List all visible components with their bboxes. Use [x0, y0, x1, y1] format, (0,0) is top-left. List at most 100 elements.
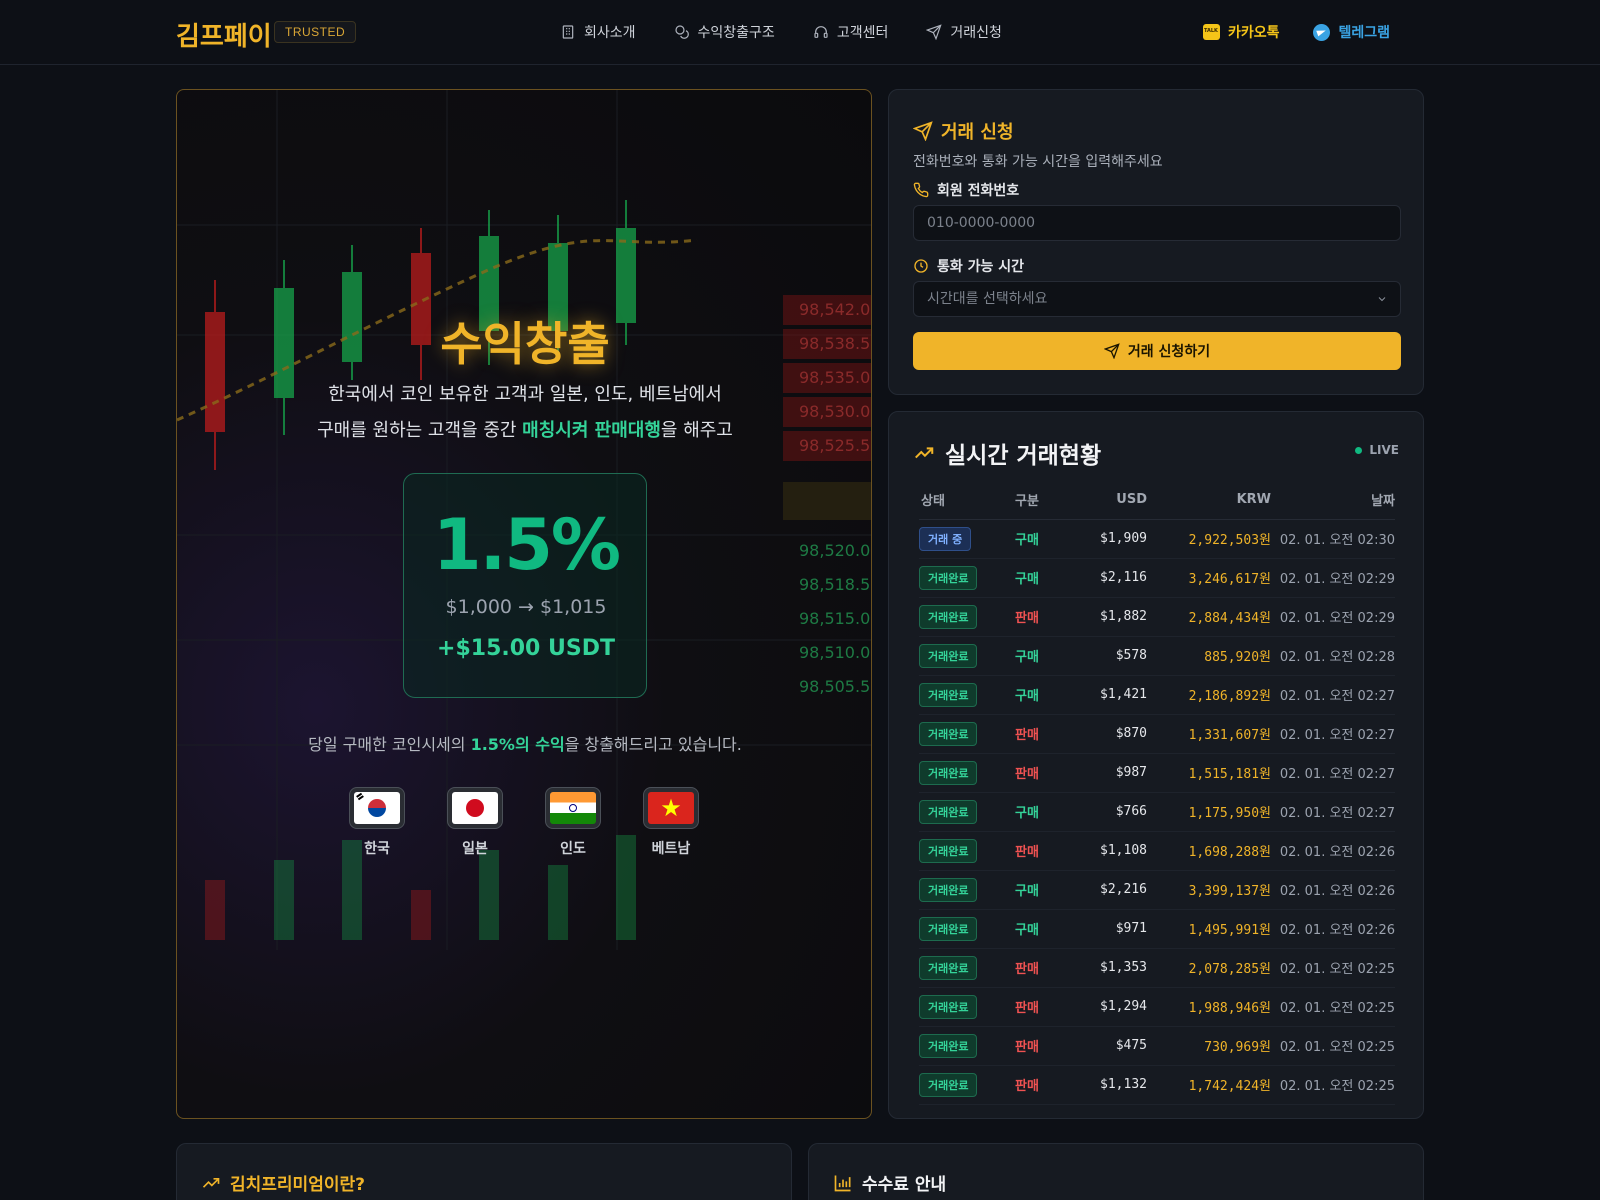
coins-icon: [674, 25, 689, 39]
date-cell: 02. 01. 오전 02:25: [1271, 1026, 1395, 1066]
call-time-select[interactable]: 시간대를 선택하세요: [913, 281, 1401, 317]
usd-cell: $578: [1069, 636, 1147, 676]
live-dot-icon: [1355, 446, 1363, 454]
india-flag-button[interactable]: [545, 787, 601, 829]
highlight-text: 매칭시켜 판매대행: [522, 420, 661, 441]
nav-item-trade-request[interactable]: 거래신청: [926, 22, 1002, 42]
status-badge: 거래완료: [919, 994, 978, 1019]
order-buy-price: 98,505.50: [799, 677, 871, 696]
status-badge: 거래완료: [919, 838, 978, 863]
telegram-label: 텔레그램: [1338, 25, 1390, 41]
date-cell: 02. 01. 오전 02:30: [1271, 519, 1395, 559]
krw-cell: 2,884,434원: [1147, 597, 1271, 637]
column-header: USD: [1069, 480, 1147, 520]
phone-field[interactable]: [913, 205, 1401, 241]
kakaotalk-link[interactable]: 카카오톡: [1202, 22, 1280, 42]
send-icon: [1103, 343, 1120, 359]
krw-cell: 2,922,503원: [1147, 519, 1271, 559]
status-cell: 거래 중: [919, 519, 1015, 559]
order-buy-price: 98,515.00: [799, 609, 871, 628]
submit-trade-request-button[interactable]: 거래 신청하기: [913, 332, 1401, 370]
country-label: 한국: [364, 841, 390, 857]
telegram-icon: [1313, 23, 1331, 41]
table-row: 거래 중 구매 $1,909 2,922,503원 02. 01. 오전 02:30: [919, 519, 1395, 559]
country-label: 베트남: [651, 841, 691, 857]
krw-cell: 1,988,946원: [1147, 987, 1271, 1027]
social-links: 카카오톡 텔레그램: [1202, 22, 1390, 42]
call-time-select-value: 시간대를 선택하세요: [927, 291, 1048, 307]
nav-item-company[interactable]: 회사소개: [560, 22, 636, 42]
nav-item-support[interactable]: 고객센터: [813, 22, 888, 42]
status-cell: 거래완료: [919, 636, 1015, 676]
site-logo[interactable]: 김프페이: [176, 16, 272, 53]
table-row: 거래완료 구매 $971 1,495,991원 02. 01. 오전 02:26: [919, 909, 1395, 949]
trade-request-title-text: 거래 신청: [941, 122, 1014, 143]
vietnam-flag-button[interactable]: ★: [643, 787, 699, 829]
korea-flag-icon: [354, 792, 400, 824]
usd-cell: $1,882: [1069, 597, 1147, 637]
table-row: 거래완료 판매 $1,294 1,988,946원 02. 01. 오전 02:25: [919, 987, 1395, 1027]
usd-cell: $870: [1069, 714, 1147, 754]
type-cell: 판매: [1015, 987, 1069, 1027]
country-india[interactable]: 인도: [543, 787, 603, 858]
column-header: 상태: [919, 480, 1015, 520]
type-cell: 판매: [1015, 1026, 1069, 1066]
date-cell: 02. 01. 오전 02:27: [1271, 792, 1395, 832]
country-vietnam[interactable]: ★ 베트남: [641, 787, 701, 858]
nav-item-label: 수익창출구조: [697, 25, 775, 41]
japan-flag-button[interactable]: [447, 787, 503, 829]
text-segment: 을 창출해드리고 있습니다.: [564, 735, 742, 754]
trade-request-card: 거래 신청 전화번호와 통화 가능 시간을 입력해주세요 회원 전화번호 통화 …: [888, 89, 1424, 395]
type-cell: 판매: [1015, 597, 1069, 637]
date-cell: 02. 01. 오전 02:27: [1271, 675, 1395, 715]
kimchi-premium-title: 김치프리미엄이란?: [201, 1170, 365, 1195]
status-badge: 거래완료: [919, 682, 978, 707]
status-badge: 거래완료: [919, 721, 978, 746]
hero-title: 수익창출: [440, 317, 610, 371]
phone-label: 회원 전화번호: [913, 180, 1019, 200]
usd-cell: $987: [1069, 753, 1147, 793]
usd-cell: $1,132: [1069, 1065, 1147, 1105]
status-cell: 거래완료: [919, 987, 1015, 1027]
nav-item-label: 거래신청: [950, 25, 1002, 41]
phone-icon: [913, 182, 929, 198]
date-cell: 02. 01. 오전 02:27: [1271, 753, 1395, 793]
top-navbar: 김프페이 TRUSTED 회사소개 수익창출구조 고객센터 거래신청 카카오톡 …: [0, 0, 1600, 65]
krw-cell: 3,399,137원: [1147, 870, 1271, 910]
usd-cell: $971: [1069, 909, 1147, 949]
krw-cell: 2,186,892원: [1147, 675, 1271, 715]
country-korea[interactable]: 한국: [347, 787, 407, 858]
table-row: 거래완료 판매 $1,108 1,698,288원 02. 01. 오전 02:26: [919, 831, 1395, 871]
table-row: 거래완료 구매 $766 1,175,950원 02. 01. 오전 02:27: [919, 792, 1395, 832]
order-buy-price: 98,510.00: [799, 643, 871, 662]
phone-input[interactable]: [927, 206, 1400, 240]
usd-cell: $475: [1069, 1026, 1147, 1066]
phone-label-text: 회원 전화번호: [937, 183, 1020, 199]
status-badge: 거래완료: [919, 877, 978, 902]
status-cell: 거래완료: [919, 909, 1015, 949]
table-row: 거래완료 판매 $987 1,515,181원 02. 01. 오전 02:27: [919, 753, 1395, 793]
profit-gain: +$15.00 USDT: [437, 636, 615, 661]
status-badge: 거래 중: [919, 526, 972, 551]
order-buy-price: 98,518.50: [799, 575, 871, 594]
nav-item-revenue-structure[interactable]: 수익창출구조: [674, 22, 775, 42]
profit-rate-card: 1.5% $1,000 → $1,015 +$15.00 USDT: [403, 473, 647, 698]
kakaotalk-label: 카카오톡: [1227, 25, 1280, 41]
live-trades-title-text: 실시간 거래현황: [945, 443, 1102, 469]
date-cell: 02. 01. 오전 02:26: [1271, 831, 1395, 871]
country-japan[interactable]: 일본: [445, 787, 505, 858]
usd-cell: $1,421: [1069, 675, 1147, 715]
date-cell: 02. 01. 오전 02:29: [1271, 597, 1395, 637]
building-icon: [562, 25, 574, 39]
krw-cell: 730,969원: [1147, 1026, 1271, 1066]
kimchi-premium-title-text: 김치프리미엄이란?: [230, 1175, 365, 1195]
text-segment: 구매를 원하는 고객을 중간: [317, 420, 523, 441]
status-cell: 거래완료: [919, 714, 1015, 754]
trade-request-subtitle: 전화번호와 통화 가능 시간을 입력해주세요: [913, 154, 1163, 170]
table-row: 거래완료 판매 $475 730,969원 02. 01. 오전 02:25: [919, 1026, 1395, 1066]
call-time-label: 통화 가능 시간: [913, 256, 1024, 276]
korea-flag-button[interactable]: [349, 787, 405, 829]
telegram-link[interactable]: 텔레그램: [1313, 22, 1390, 42]
clock-icon: [914, 259, 928, 273]
column-header: 구분: [1015, 480, 1069, 520]
